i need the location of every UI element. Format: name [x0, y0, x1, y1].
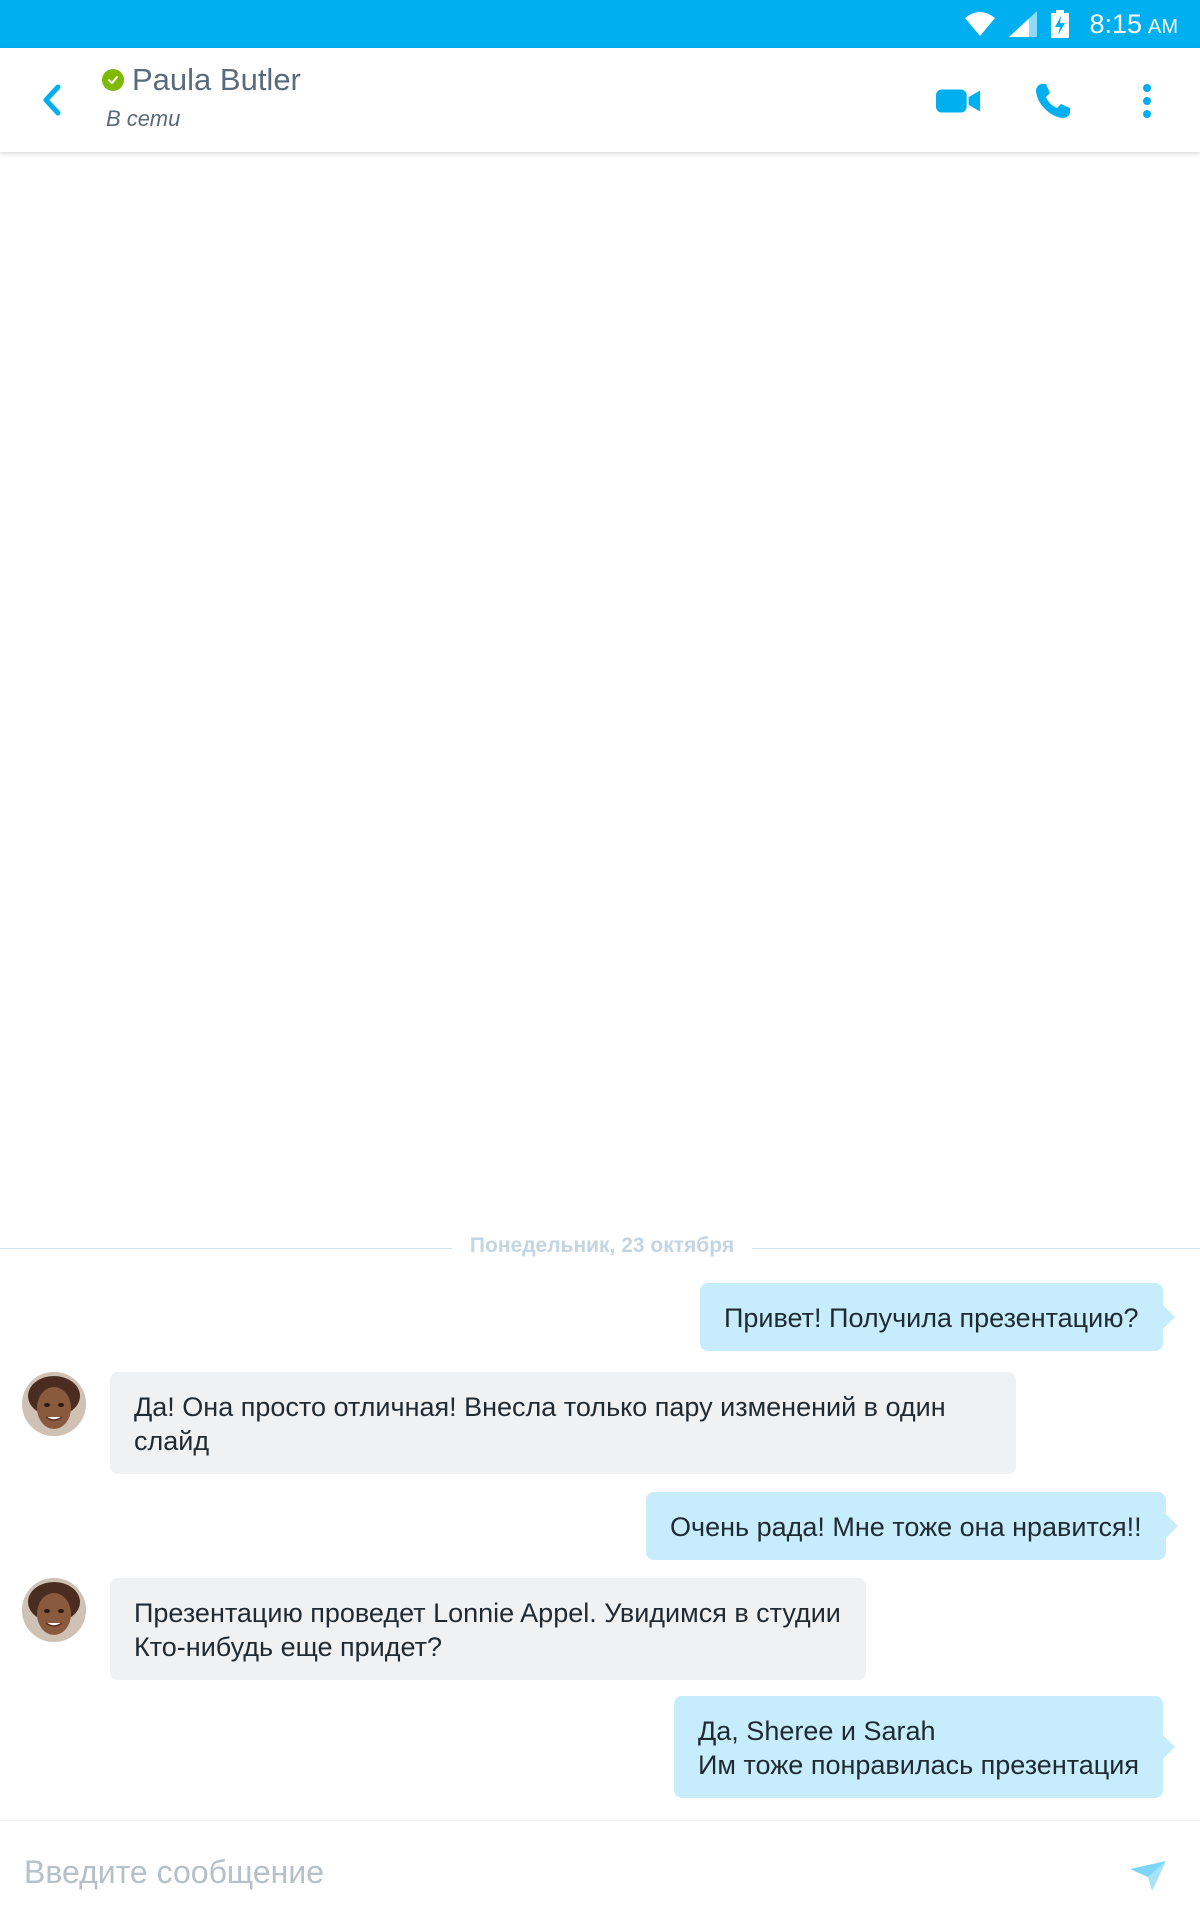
video-camera-icon	[936, 89, 981, 113]
header-actions	[936, 78, 1170, 124]
contact-name: Paula Butler	[132, 62, 301, 97]
audio-call-button[interactable]	[1030, 78, 1076, 124]
message-bubble[interactable]: Да! Она просто отличная! Внесла только п…	[110, 1372, 1016, 1474]
cell-signal-icon	[1009, 11, 1038, 37]
message-outgoing[interactable]: Привет! Получила презентацию?	[700, 1283, 1174, 1351]
message-text: Кто-нибудь еще придет?	[134, 1632, 443, 1662]
send-button[interactable]	[1130, 1861, 1170, 1897]
message-text: Им тоже понравилась презентация	[698, 1750, 1139, 1780]
avatar[interactable]	[22, 1372, 86, 1436]
status-icons	[965, 10, 1070, 38]
clock-time: 8:15	[1089, 8, 1142, 39]
message-composer	[0, 1820, 1200, 1920]
date-label: Понедельник, 23 октября	[469, 1234, 735, 1257]
message-outgoing[interactable]: Да, Sheree и Sarah Им тоже понравилась п…	[674, 1696, 1175, 1798]
message-incoming[interactable]: Да! Она просто отличная! Внесла только п…	[110, 1372, 1016, 1474]
message-bubble[interactable]: Очень рада! Мне тоже она нравится!!	[646, 1492, 1178, 1560]
status-bar: 8:15 AM	[0, 0, 1200, 48]
status-time: 8:15 AM	[1089, 9, 1178, 40]
message-bubble[interactable]: Да, Sheree и Sarah Им тоже понравилась п…	[674, 1696, 1175, 1798]
phone-icon	[1036, 84, 1070, 118]
more-options-button[interactable]	[1124, 78, 1170, 124]
message-bubble[interactable]: Привет! Получила презентацию?	[700, 1283, 1174, 1351]
clock-ampm: AM	[1148, 15, 1178, 38]
message-text: Очень рада! Мне тоже она нравится!!	[670, 1512, 1142, 1542]
date-separator: Понедельник, 23 октября	[0, 1232, 1200, 1262]
battery-charging-icon	[1051, 10, 1070, 38]
contact-status: В сети	[106, 106, 181, 131]
message-text: Да! Она просто отличная! Внесла только п…	[134, 1392, 946, 1422]
message-bubble[interactable]: Презентацию проведет Lonnie Appel. Увиди…	[110, 1578, 866, 1680]
more-vertical-icon	[1143, 84, 1151, 118]
chevron-left-icon	[43, 84, 61, 116]
message-text: Привет! Получила презентацию?	[724, 1303, 1139, 1333]
divider	[752, 1248, 1200, 1249]
wifi-icon	[965, 12, 996, 36]
message-text: Презентацию проведет Lonnie Appel. Увиди…	[134, 1598, 841, 1628]
contact-avatar-image	[22, 1372, 86, 1436]
check-circle-icon	[102, 69, 124, 91]
back-button[interactable]	[34, 82, 70, 118]
video-call-button[interactable]	[936, 78, 982, 124]
message-outgoing[interactable]: Очень рада! Мне тоже она нравится!!	[646, 1492, 1178, 1560]
message-text: слайд	[134, 1426, 210, 1456]
message-input[interactable]	[24, 1849, 1084, 1895]
contact-avatar-image	[22, 1578, 86, 1642]
message-text: Да, Sheree и Sarah	[698, 1716, 936, 1746]
conversation-header: Paula Butler В сети	[0, 48, 1200, 152]
contact-info[interactable]: Paula Butler В сети	[102, 62, 301, 132]
message-list[interactable]: Понедельник, 23 октября Привет! Получила…	[0, 152, 1200, 1820]
divider	[0, 1248, 452, 1249]
send-icon	[1130, 1861, 1166, 1891]
avatar[interactable]	[22, 1578, 86, 1642]
message-incoming[interactable]: Презентацию проведет Lonnie Appel. Увиди…	[110, 1578, 866, 1680]
